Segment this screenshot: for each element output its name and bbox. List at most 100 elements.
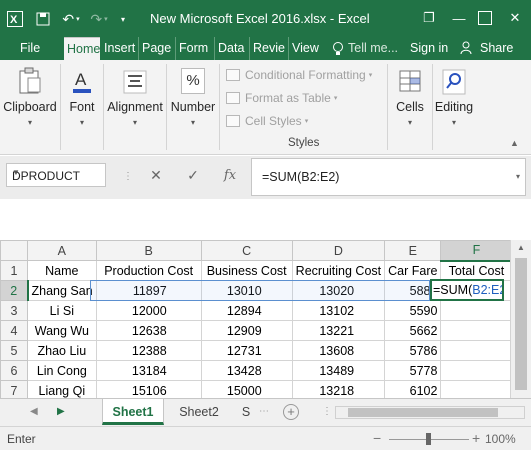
cell[interactable] [440,360,513,381]
cell[interactable]: 12731 [200,340,293,361]
cell[interactable]: 13020 [291,280,386,301]
add-sheet-button[interactable]: + [283,404,299,420]
zoom-out-button[interactable]: − [373,430,381,446]
row-header[interactable]: 1 [0,260,28,281]
cell-styles-button[interactable]: Cell Styles ▾ [226,111,308,131]
minimize-button[interactable]: — [448,8,470,28]
cells-group[interactable]: Cells ▾ [388,60,432,155]
cell-header-name[interactable]: Name [27,260,97,281]
collapse-ribbon-icon[interactable]: ▲ [510,138,519,148]
column-header-active[interactable]: F [440,240,513,262]
cell[interactable]: 12894 [200,300,293,321]
column-header[interactable]: D [291,240,386,261]
row-header-active[interactable]: 2 [0,280,29,301]
tab-file[interactable]: File [20,37,44,60]
conditional-formatting-button[interactable]: Conditional Formatting ▾ [226,65,372,85]
customize-toolbar-icon[interactable]: ▾ [116,9,130,29]
worksheet-grid[interactable]: A B C D E F 1 Name Production Cost Busin… [0,240,531,401]
cell[interactable]: 12388 [95,340,202,361]
column-header[interactable]: C [200,240,293,261]
cell[interactable]: 12909 [200,320,293,341]
clipboard-group[interactable]: Clipboard ▾ [0,60,60,155]
column-header[interactable]: E [384,240,442,261]
select-all-corner[interactable] [0,240,28,261]
active-edit-cell[interactable]: =SUM(B2:E2) [430,279,504,301]
cell[interactable] [440,300,513,321]
alignment-group[interactable]: Alignment ▾ [104,60,166,155]
scroll-thumb[interactable] [348,408,498,417]
cell[interactable]: 13221 [291,320,386,341]
cell[interactable]: 13010 [200,280,293,301]
split-handle-icon[interactable]: ⋮ [322,406,332,417]
ribbon-display-icon[interactable]: ❐ [418,8,440,28]
row-header[interactable]: 6 [0,360,28,381]
name-box[interactable]: DPRODUCT ▼ [6,163,106,187]
cell[interactable]: 13489 [291,360,386,381]
vertical-scrollbar[interactable]: ▲ [510,240,531,398]
insert-function-button[interactable]: fx [218,165,242,185]
cell[interactable] [440,340,513,361]
cell-name[interactable]: Zhao Liu [27,340,97,361]
cell-name[interactable]: Wang Wu [27,320,97,341]
cell[interactable]: 12000 [95,300,202,321]
cell[interactable]: 5778 [384,360,442,381]
zoom-level[interactable]: 100% [485,432,516,446]
scroll-thumb[interactable] [515,258,527,390]
cell-header-production[interactable]: Production Cost [95,260,202,281]
maximize-button[interactable] [478,11,492,25]
tab-view[interactable]: View [288,37,322,60]
share-button[interactable]: Share [480,37,520,60]
cell-header-total[interactable]: Total Cost [440,260,513,281]
number-group[interactable]: % Number ▾ [167,60,219,155]
cell[interactable]: 12638 [95,320,202,341]
formula-bar[interactable]: =SUM(B2:E2) [251,158,526,196]
expand-formula-bar-icon[interactable]: ▾ [516,172,520,181]
cell[interactable]: 5590 [384,300,442,321]
row-header[interactable]: 5 [0,340,28,361]
horizontal-scrollbar[interactable] [335,406,525,419]
tell-me-box[interactable]: Tell me... [348,37,400,60]
cell-header-car-fare[interactable]: Car Fare [384,260,442,281]
sheet-tab-sheet3[interactable]: S [236,399,256,425]
cell[interactable] [440,320,513,341]
cell-name[interactable]: Li Si [27,300,97,321]
cell[interactable]: 13184 [95,360,202,381]
sign-in-link[interactable]: Sign in [410,37,450,60]
tab-home[interactable]: Home [64,37,100,60]
sheet-tab-sheet2[interactable]: Sheet2 [170,399,228,425]
scroll-right-icon[interactable]: ▶ [57,406,65,417]
cell-name[interactable]: Zhang San [27,280,97,301]
scroll-up-icon[interactable]: ▲ [517,243,525,252]
redo-icon[interactable]: ↷ ▾ [88,9,110,29]
close-button[interactable]: ✕ [504,8,526,28]
cell-grid[interactable]: A B C D E F 1 Name Production Cost Busin… [0,240,513,401]
tab-page-layout[interactable]: Page [138,37,172,60]
editing-group[interactable]: Editing ▾ [433,60,475,155]
cell[interactable]: 5786 [384,340,442,361]
format-as-table-button[interactable]: Format as Table ▾ [226,88,337,108]
enter-formula-button[interactable]: ✓ [181,165,205,185]
cell-header-recruiting[interactable]: Recruiting Cost [291,260,386,281]
cell-name[interactable]: Lin Cong [27,360,97,381]
tab-formulas[interactable]: Form [175,37,213,60]
cell[interactable]: 13428 [200,360,293,381]
font-group[interactable]: A Font ▾ [61,60,103,155]
cancel-formula-button[interactable]: ✕ [144,165,168,185]
save-icon[interactable] [34,9,52,29]
undo-icon[interactable]: ↶ ▾ [60,9,82,29]
tab-insert[interactable]: Insert [104,37,137,60]
scroll-left-icon[interactable]: ◀ [30,406,38,417]
cell[interactable]: 13102 [291,300,386,321]
cell[interactable]: 13608 [291,340,386,361]
zoom-in-button[interactable]: + [472,430,480,446]
cell-header-business[interactable]: Business Cost [200,260,293,281]
tab-data[interactable]: Data [214,37,248,60]
column-header[interactable]: B [95,240,202,261]
cell[interactable]: 11897 [95,280,202,301]
tab-review[interactable]: Revie [249,37,285,60]
row-header[interactable]: 3 [0,300,28,321]
row-header[interactable]: 4 [0,320,28,341]
cell[interactable]: 5662 [384,320,442,341]
zoom-slider-thumb[interactable] [426,433,431,445]
sheet-tab-sheet1[interactable]: Sheet1 [102,399,164,425]
